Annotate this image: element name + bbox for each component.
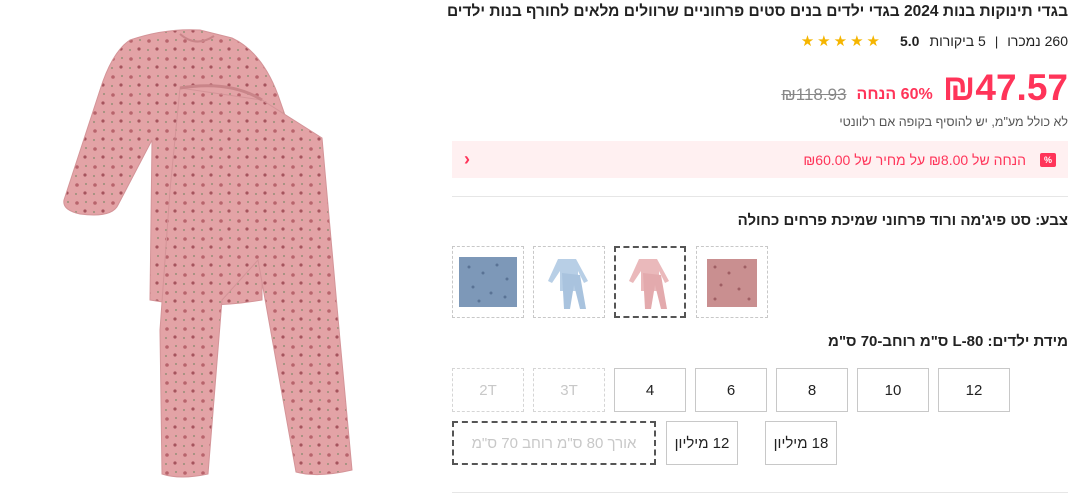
star-icon: ★	[850, 32, 864, 50]
size-option-12[interactable]: 12	[938, 368, 1010, 412]
rating-separator: |	[994, 33, 999, 49]
star-rating: ★ ★ ★ ★ ★	[801, 34, 880, 49]
color-label: צבע: סט פיג'מה ורוד פרחוני שמיכת פרחים כ…	[737, 212, 1068, 229]
size-label: מידת ילדים: L-80 ס"מ רוחב-70 ס"מ	[828, 333, 1068, 350]
size-option-2t: 2T	[452, 368, 524, 412]
current-price: ₪47.57	[942, 67, 1068, 108]
swatch-light-blue-pajama-set[interactable]	[533, 246, 605, 318]
size-option-8[interactable]: 8	[776, 368, 848, 412]
swatch-blue-floral-blanket[interactable]	[452, 246, 524, 318]
price-row: ₪47.57 60% הנחה ₪118.93	[781, 62, 1068, 108]
coupon-icon: %	[1040, 152, 1056, 167]
size-option-12-months[interactable]: 12 מיליון	[666, 421, 738, 465]
size-option-10[interactable]: 10	[857, 368, 929, 412]
section-divider	[452, 492, 1068, 493]
product-main-image[interactable]	[0, 0, 440, 494]
blue-pajama-thumbnail	[548, 259, 588, 309]
promo-text: הנחה של ₪8.00 על מחיר של ₪60.00	[803, 151, 1026, 168]
discount-badge: 60% הנחה	[856, 86, 933, 103]
size-option-6[interactable]: 6	[695, 368, 767, 412]
pink-blanket-thumbnail	[707, 259, 757, 307]
star-icon: ★	[866, 32, 880, 50]
product-title: בגדי תינוקות בנות 2024 בגדי ילדים בנים ס…	[446, 3, 1068, 20]
original-price: ₪118.93	[781, 85, 847, 104]
swatch-pink-floral-blanket[interactable]	[696, 246, 768, 318]
pink-pajama-thumbnail	[629, 259, 669, 309]
section-divider	[452, 196, 1068, 197]
size-option-3t: 3T	[533, 368, 605, 412]
size-option-length-80-width-70[interactable]: אורך 80 ס"מ רוחב 70 ס"מ	[452, 421, 656, 465]
star-icon: ★	[817, 32, 831, 50]
swatch-pink-pajama-set[interactable]	[614, 246, 686, 318]
star-icon: ★	[833, 32, 848, 50]
size-option-4[interactable]: 4	[614, 368, 686, 412]
chevron-left-icon[interactable]: ‹	[464, 149, 470, 170]
reviews-link[interactable]: 5 ביקורות	[929, 33, 985, 49]
rating-summary: 260 נמכרו | 5 ביקורות 5.0 ★ ★ ★ ★ ★	[801, 31, 1068, 51]
tax-note: לא כולל מע"מ, יש להוסיף בקופה אם רלוונטי	[839, 115, 1068, 129]
sold-count: 260 נמכרו	[1007, 33, 1068, 49]
star-icon: ★	[800, 32, 815, 50]
promo-banner[interactable]: % הנחה של ₪8.00 על מחיר של ₪60.00 ‹	[452, 141, 1068, 178]
rating-score: 5.0	[899, 33, 920, 49]
size-option-18-months[interactable]: 18 מיליון	[765, 421, 837, 465]
blue-blanket-thumbnail	[459, 257, 517, 307]
color-swatches	[452, 246, 1068, 320]
